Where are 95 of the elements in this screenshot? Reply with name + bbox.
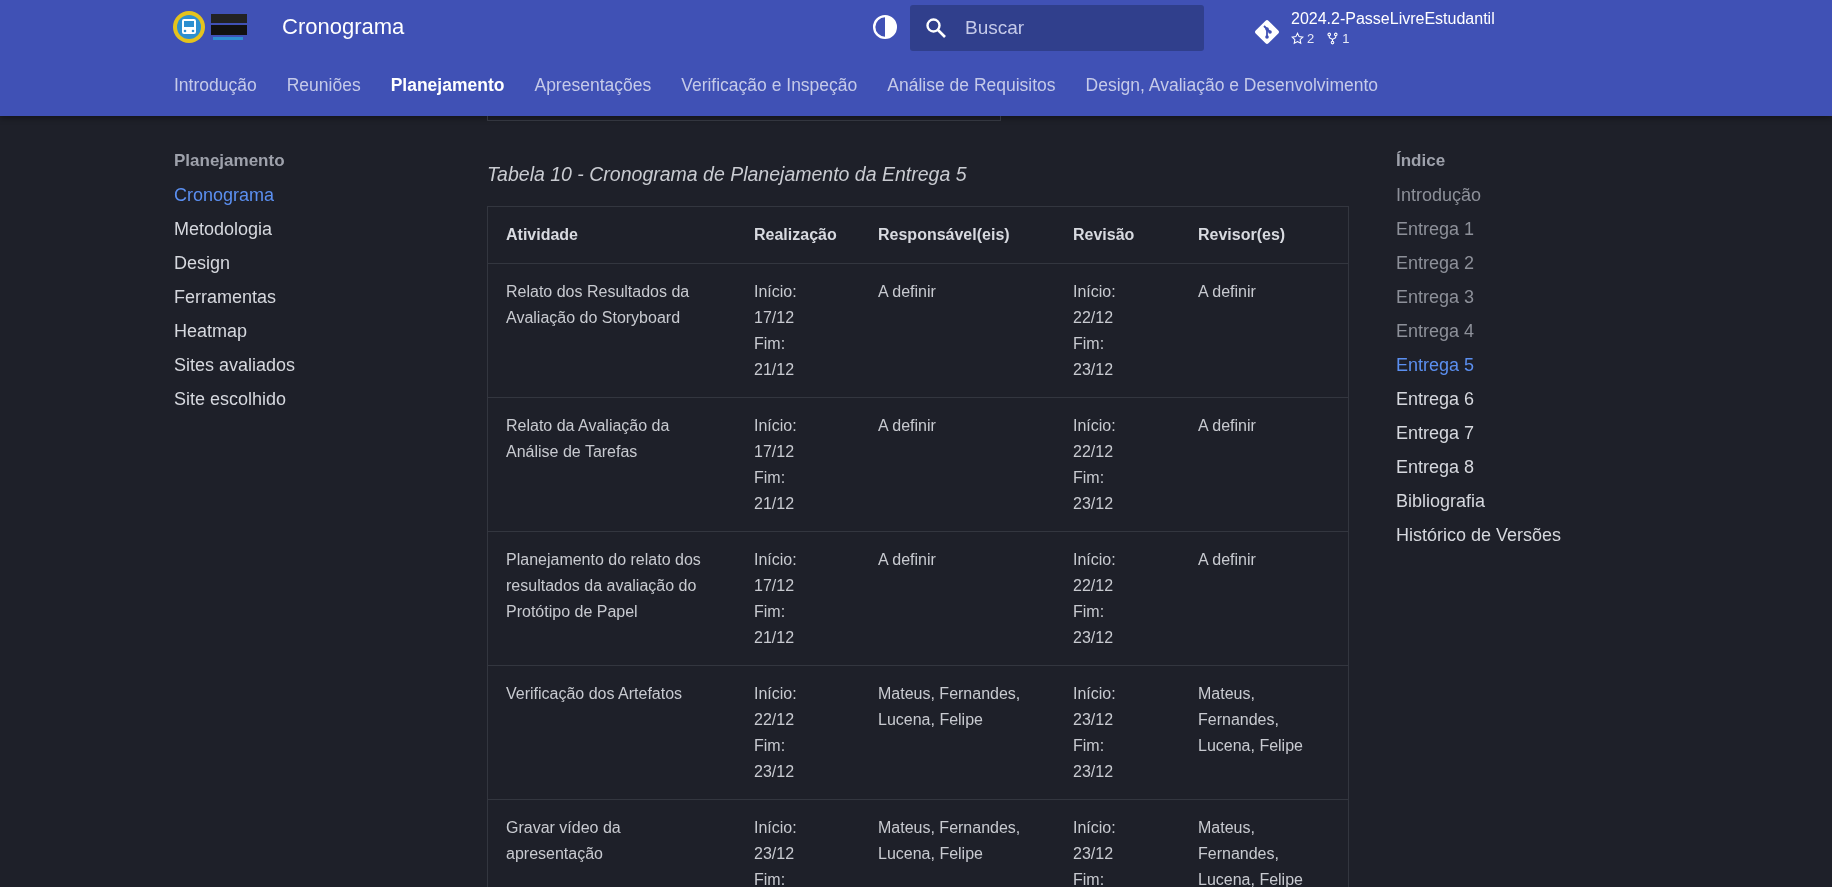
table-cell-text: A definir	[878, 282, 937, 302]
table-cell-text: Início:	[754, 416, 798, 436]
table-cell-text: Fim:	[754, 736, 787, 756]
star-icon	[1291, 32, 1304, 45]
table-cell-text: Relato dos Resultados da Avaliação do Storyboard	[506, 282, 691, 328]
table-cell-text: 17/12	[754, 576, 796, 596]
table-cell-text: Fim:	[1073, 736, 1106, 756]
toc-item[interactable]: Introdução	[1396, 178, 1696, 212]
table-cell-text: Relato da Avaliação da Análise de Tarefas	[506, 416, 671, 462]
table-cell-text: Início:	[754, 550, 798, 570]
toc-item[interactable]: Entrega 7	[1396, 416, 1696, 450]
table-cell-text: Fim:	[754, 468, 787, 488]
table-cell-text: 23/12	[1073, 844, 1115, 864]
toc-item[interactable]: Entrega 6	[1396, 382, 1696, 416]
toc-title: Índice	[1396, 150, 1447, 172]
sidebar-item[interactable]: Cronograma	[174, 178, 487, 212]
table-cell-text: 23/12	[1073, 762, 1115, 782]
nav-tab[interactable]: Verificação e Inspeção	[681, 74, 858, 96]
table-cell-text: Início:	[1073, 550, 1117, 570]
column-header: Realização	[736, 206, 860, 264]
column-header: Atividade	[487, 206, 736, 264]
nav-tab[interactable]: Design, Avaliação e Desenvolvimento	[1085, 74, 1379, 96]
sidebar-item[interactable]: Ferramentas	[174, 280, 487, 314]
sidebar-item[interactable]: Site escolhido	[174, 382, 487, 416]
table-cell-text: 22/12	[754, 710, 796, 730]
toc-item[interactable]: Entrega 1	[1396, 212, 1696, 246]
nav-tab[interactable]: Análise de Requisitos	[887, 74, 1056, 96]
table-cell-text: 22/12	[1073, 442, 1115, 462]
table-cell-text: Fim:	[754, 334, 787, 354]
bus-logo-icon[interactable]	[172, 10, 206, 44]
toc-item[interactable]: Entrega 5	[1396, 348, 1696, 382]
toc-item[interactable]: Entrega 8	[1396, 450, 1696, 484]
table-cell-text: Início:	[1073, 684, 1117, 704]
table-cell-text: Mateus, Fernandes, Lucena, Felipe	[878, 818, 1022, 864]
table-cell-text: Início:	[1073, 818, 1117, 838]
table-cell-text: Fim:	[754, 870, 787, 887]
table-cell-text: 21/12	[754, 494, 796, 514]
fork-icon	[1326, 32, 1340, 45]
table-cell-text: 23/12	[754, 762, 796, 782]
table-cell-text: Início:	[754, 818, 798, 838]
table-cell-text: A definir	[1198, 282, 1257, 302]
table-cell-text: 23/12	[754, 844, 796, 864]
table-cell-text: Início:	[754, 282, 798, 302]
toc-item[interactable]: Entrega 4	[1396, 314, 1696, 348]
table-cell-text: Início:	[1073, 416, 1117, 436]
table-cell-text: Fim:	[1073, 602, 1106, 622]
star-count: 2	[1307, 31, 1315, 46]
table-cell-text: Fim:	[1073, 334, 1106, 354]
sidebar-item[interactable]: Design	[174, 246, 487, 280]
column-header: Revisor(es)	[1180, 206, 1349, 264]
table-cell-text: Fim:	[1073, 870, 1106, 887]
toc-item[interactable]: Entrega 3	[1396, 280, 1696, 314]
table-caption: Tabela 10 - Cronograma de Planejamento da Entrega 5	[487, 163, 968, 186]
nav-tab[interactable]: Introdução	[174, 74, 257, 96]
table-cell-text: Fim:	[754, 602, 787, 622]
table-cell-text: 22/12	[1073, 308, 1115, 328]
table-cell-text: A definir	[878, 550, 937, 570]
table-cell-text: 22/12	[1073, 576, 1115, 596]
toc-item[interactable]: Histórico de Versões	[1396, 518, 1696, 552]
table-cell-text: Planejamento do relato dos resultados da avaliação do Protótipo de Papel	[506, 550, 702, 622]
table-cell-text: A definir	[1198, 416, 1257, 436]
column-header: Responsável(eis)	[860, 206, 1055, 264]
search-icon	[924, 16, 948, 40]
theme-toggle-icon[interactable]	[872, 14, 898, 40]
column-header: Revisão	[1055, 206, 1180, 264]
table-cell-text: Início:	[754, 684, 798, 704]
table-cell-text: 21/12	[754, 628, 796, 648]
table-cell-text: 23/12	[1073, 360, 1115, 380]
sidebar-item[interactable]: Sites avaliados	[174, 348, 487, 382]
table-cell-text: Mateus, Fernandes, Lucena, Felipe	[1198, 684, 1304, 756]
search-field[interactable]: Buscar	[910, 5, 1204, 51]
nav-tab[interactable]: Apresentações	[534, 74, 652, 96]
table-cell-text: Fim:	[1073, 468, 1106, 488]
sidebar-item[interactable]: Heatmap	[174, 314, 487, 348]
fork-count: 1	[1342, 31, 1350, 46]
repository-link[interactable]: 2024.2-PasseLivreEstudantil	[1291, 10, 1495, 28]
table-cell-text: Verificação dos Artefatos	[506, 684, 684, 704]
table-cell-text: 17/12	[754, 308, 796, 328]
table-cell-text: A definir	[1198, 550, 1257, 570]
nav-tab[interactable]: Reuniões	[286, 74, 361, 96]
table-cell-text: 21/12	[754, 360, 796, 380]
toc-item[interactable]: Bibliografia	[1396, 484, 1696, 518]
sidebar-title: Planejamento	[174, 150, 286, 172]
table-cell-text: 23/12	[1073, 628, 1115, 648]
toc-item[interactable]: Entrega 2	[1396, 246, 1696, 280]
page-title: Cronograma	[282, 14, 406, 40]
table-cell-text: 23/12	[1073, 710, 1115, 730]
table-cell-text: Gravar vídeo da apresentação	[506, 818, 622, 864]
table-cell-text: 23/12	[1073, 494, 1115, 514]
table-cell-text: Mateus, Fernandes, Lucena, Felipe	[878, 684, 1022, 730]
table-cell-text: Início:	[1073, 282, 1117, 302]
table-cell-text: 17/12	[754, 442, 796, 462]
nav-tab[interactable]: Planejamento	[390, 74, 505, 96]
table-cell-text: A definir	[878, 416, 937, 436]
sidebar-item[interactable]: Metodologia	[174, 212, 487, 246]
